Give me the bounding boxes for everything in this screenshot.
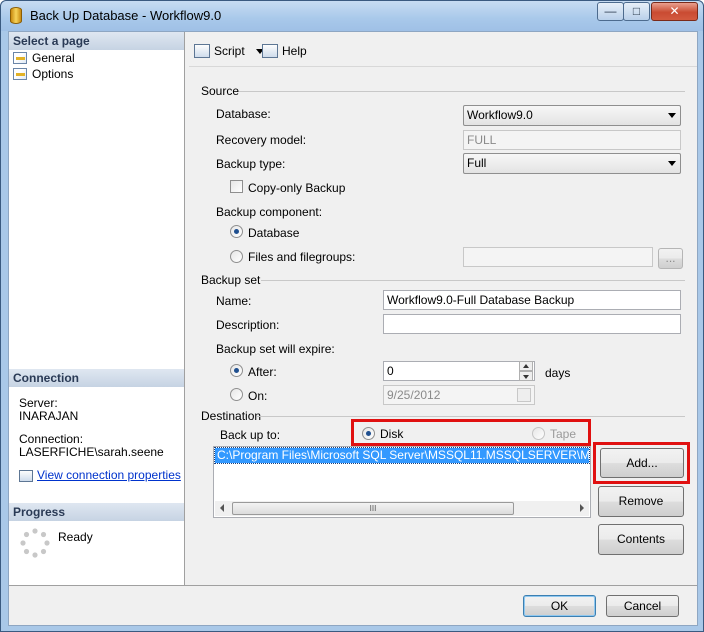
minimize-button[interactable]: —: [597, 2, 624, 21]
progress-spinner-icon: [20, 528, 50, 558]
scroll-thumb[interactable]: III: [232, 502, 514, 515]
help-icon: [262, 44, 278, 58]
close-button[interactable]: ✕: [651, 2, 698, 21]
script-button[interactable]: Script: [194, 42, 265, 60]
script-label: Script: [214, 44, 245, 58]
after-label: After:: [248, 365, 277, 379]
add-button[interactable]: Add...: [600, 448, 684, 478]
browse-files-button[interactable]: ...: [658, 248, 683, 269]
connection-header: Connection: [9, 369, 184, 387]
scroll-right-icon[interactable]: [580, 504, 584, 512]
script-icon: [194, 44, 210, 58]
backup-type-label: Backup type:: [216, 157, 286, 171]
calendar-icon: [517, 388, 531, 402]
database-label: Database:: [216, 107, 271, 121]
remove-button[interactable]: Remove: [598, 486, 684, 517]
connection-label: Connection:: [19, 432, 84, 446]
stepper-up-icon[interactable]: [519, 361, 533, 371]
source-group-title: Source: [201, 84, 240, 98]
contents-button[interactable]: Contents: [598, 524, 684, 555]
files-filegroups-radio[interactable]: [230, 250, 243, 263]
progress-header: Progress: [9, 503, 184, 521]
view-connection-properties[interactable]: View connection properties: [19, 468, 181, 482]
select-page-header: Select a page: [9, 32, 184, 50]
title-bar[interactable]: Back Up Database - Workflow9.0 — □ ✕: [1, 1, 703, 31]
destination-divider: [257, 416, 685, 417]
source-divider: [239, 91, 685, 92]
database-radio[interactable]: [230, 225, 243, 238]
chevron-down-icon: [668, 161, 676, 166]
page-item-label: General: [32, 51, 75, 65]
backup-database-dialog: Back Up Database - Workflow9.0 — □ ✕ Sel…: [0, 0, 704, 632]
files-filegroups-field: [463, 247, 653, 267]
view-connection-link[interactable]: View connection properties: [37, 468, 181, 482]
stepper-down-icon[interactable]: [519, 371, 533, 381]
recovery-model-field: FULL: [463, 130, 681, 150]
server-value: INARAJAN: [19, 409, 79, 423]
database-value: Workflow9.0: [467, 108, 533, 122]
destination-path-item[interactable]: C:\Program Files\Microsoft SQL Server\MS…: [214, 447, 590, 464]
horizontal-scrollbar[interactable]: III: [215, 501, 589, 516]
disk-radio[interactable]: [362, 427, 375, 440]
footer-divider: [9, 585, 697, 586]
maximize-button[interactable]: □: [623, 2, 650, 21]
destination-group-title: Destination: [201, 409, 262, 423]
destination-list[interactable]: C:\Program Files\Microsoft SQL Server\MS…: [213, 446, 591, 518]
backup-name-input[interactable]: [383, 290, 681, 310]
server-label: Server:: [19, 396, 58, 410]
window-title: Back Up Database - Workflow9.0: [30, 8, 222, 23]
page-icon: [13, 52, 27, 64]
backup-set-divider: [261, 280, 685, 281]
progress-status: Ready: [58, 530, 93, 544]
connection-value: LASERFICHE\sarah.seene: [19, 445, 164, 459]
scroll-left-icon[interactable]: [220, 504, 224, 512]
after-days-input[interactable]: [383, 361, 535, 381]
copy-only-label: Copy-only Backup: [248, 181, 346, 195]
help-button[interactable]: Help: [262, 42, 307, 60]
back-up-to-label: Back up to:: [220, 428, 281, 442]
properties-icon: [19, 470, 33, 482]
tape-label: Tape: [550, 427, 577, 441]
on-date-value: 9/25/2012: [387, 388, 441, 402]
backup-type-value: Full: [467, 156, 487, 170]
backup-component-label: Backup component:: [216, 205, 323, 219]
copy-only-checkbox[interactable]: [230, 180, 243, 193]
left-pane: Select a page General Options Connection…: [9, 32, 185, 585]
name-label: Name:: [216, 294, 252, 308]
dialog-client-area: Select a page General Options Connection…: [8, 31, 698, 626]
after-radio[interactable]: [230, 364, 243, 377]
on-date-radio[interactable]: [230, 388, 243, 401]
backup-type-dropdown[interactable]: Full: [463, 153, 681, 174]
help-label: Help: [282, 44, 307, 58]
description-input[interactable]: [383, 314, 681, 334]
database-dropdown[interactable]: Workflow9.0: [463, 105, 681, 126]
page-item-label: Options: [32, 67, 74, 81]
page-item-general[interactable]: General: [13, 50, 75, 66]
toolbar-divider: [189, 66, 697, 67]
days-label: days: [545, 366, 571, 380]
recovery-model-label: Recovery model:: [216, 133, 307, 147]
tape-radio[interactable]: [532, 427, 545, 440]
on-date-picker: 9/25/2012: [383, 385, 535, 405]
chevron-down-icon: [668, 113, 676, 118]
ok-button[interactable]: OK: [523, 595, 596, 617]
cancel-button[interactable]: Cancel: [606, 595, 679, 617]
description-label: Description:: [216, 318, 280, 332]
after-days-stepper[interactable]: [519, 361, 533, 381]
page-icon: [13, 68, 27, 80]
page-item-options[interactable]: Options: [13, 66, 73, 82]
database-option-label: Database: [248, 226, 300, 240]
disk-label: Disk: [380, 427, 404, 441]
backup-set-group-title: Backup set: [201, 273, 261, 287]
files-filegroups-label: Files and filegroups:: [248, 250, 356, 264]
on-label: On:: [248, 389, 268, 403]
database-icon: [10, 7, 22, 24]
expire-label: Backup set will expire:: [216, 342, 335, 356]
